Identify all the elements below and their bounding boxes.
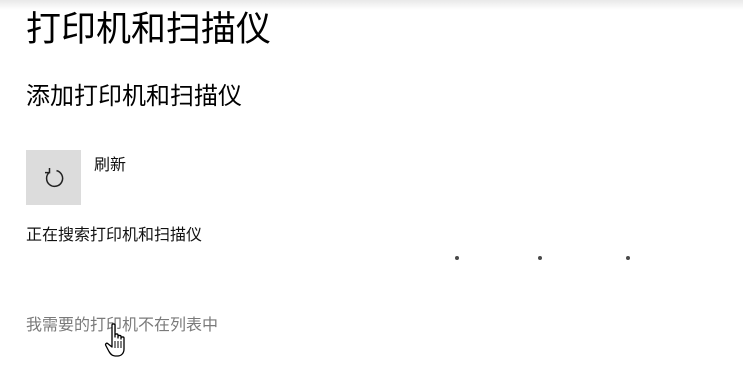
searching-progress-indicator xyxy=(450,256,640,264)
search-status-text: 正在搜索打印机和扫描仪 xyxy=(26,225,203,244)
progress-dot xyxy=(626,256,630,260)
progress-dot xyxy=(538,256,542,260)
progress-dot xyxy=(455,256,459,260)
refresh-label: 刷新 xyxy=(94,155,127,174)
hand-pointer-cursor-icon xyxy=(104,323,125,357)
refresh-button[interactable] xyxy=(26,150,81,205)
refresh-icon xyxy=(44,167,63,187)
add-printers-heading: 添加打印机和扫描仪 xyxy=(26,82,242,110)
page-title: 打印机和扫描仪 xyxy=(26,10,272,50)
